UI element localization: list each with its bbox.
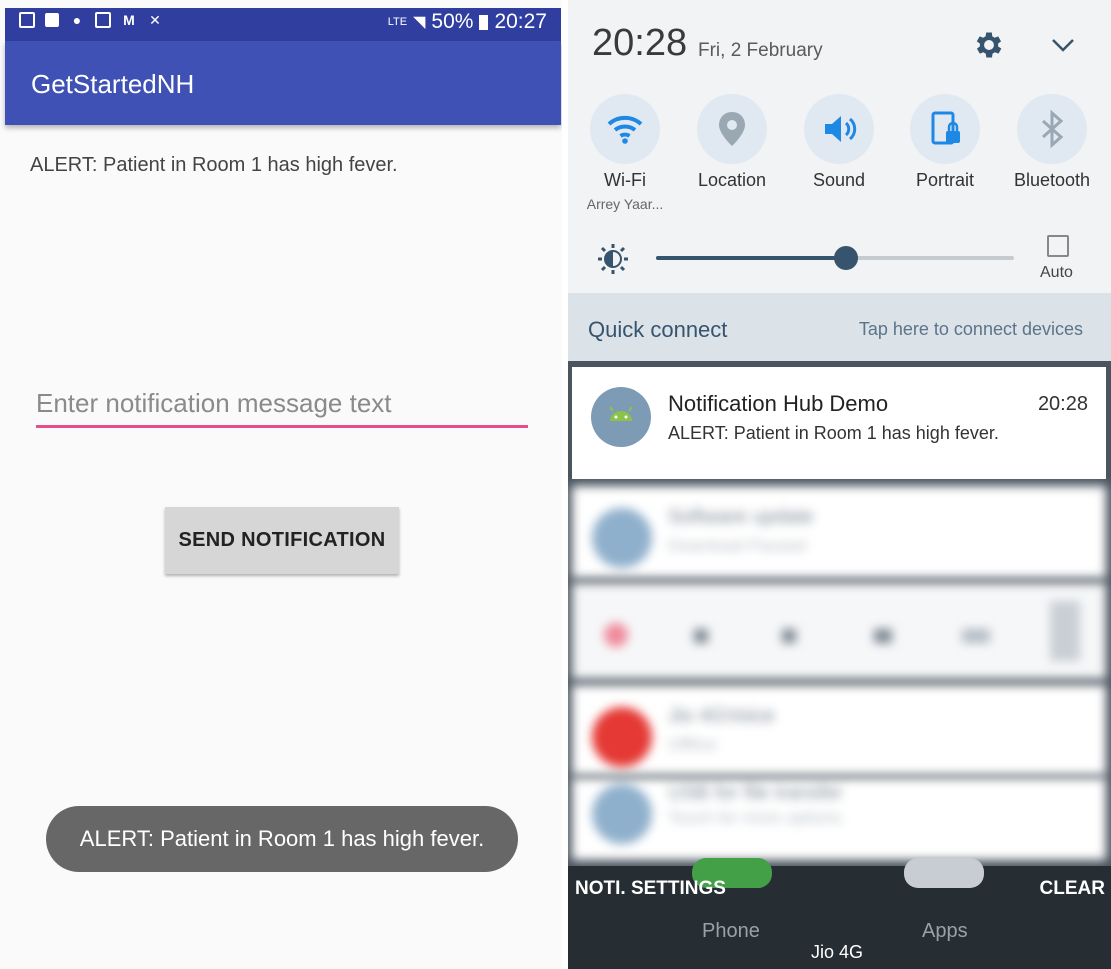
noti-settings-button[interactable]: NOTI. SETTINGS	[575, 878, 726, 900]
android-app-icon	[591, 387, 651, 447]
blurred-subtitle: Touch for more options.	[668, 808, 846, 827]
blurred-notification-software-update[interactable]: Software update Download Paused	[572, 486, 1106, 578]
send-notification-button[interactable]: SEND NOTIFICATION	[165, 507, 399, 574]
wifi-label: Wi-Fi	[604, 170, 646, 190]
wifi-tile[interactable]	[590, 94, 660, 164]
notification-card[interactable]: Notification Hub Demo 20:28 ALERT: Patie…	[572, 367, 1106, 479]
auto-brightness-label: Auto	[1040, 264, 1073, 281]
media-control-icon	[962, 629, 990, 643]
apps-label: Apps	[922, 920, 968, 942]
status-bar: ● M ✕ LTE ◥ 50% 20:27	[5, 8, 561, 41]
media-control-icon	[694, 629, 708, 643]
status-notification-icons: ● M ✕	[19, 12, 163, 28]
blurred-title: Jio 4GVoice	[668, 705, 775, 727]
sound-tile[interactable]	[804, 94, 874, 164]
carrier-label: Jio 4G	[811, 942, 864, 962]
blurred-title: Software update	[668, 506, 814, 528]
clear-button[interactable]: CLEAR	[1040, 878, 1105, 900]
toast-message: ALERT: Patient in Room 1 has high fever.	[46, 806, 518, 872]
blurred-notification-media[interactable]	[572, 583, 1106, 679]
blurred-notification-usb[interactable]: USB for file transfer Touch for more opt…	[572, 778, 1106, 860]
notification-footer: NOTI. SETTINGS CLEAR Phone Apps Jio 4G	[568, 858, 1111, 969]
quick-connect-bar[interactable]: Quick connect Tap here to connect device…	[568, 293, 1111, 361]
brightness-icon	[598, 244, 628, 274]
status-time: 20:27	[494, 10, 547, 33]
network-label: LTE	[387, 15, 408, 28]
auto-brightness-checkbox[interactable]	[1047, 235, 1069, 257]
status-right: LTE ◥ 50% 20:27	[388, 10, 547, 34]
media-control-icon	[782, 629, 796, 643]
gmail-icon: M	[123, 12, 135, 28]
quick-connect-hint: Tap here to connect devices	[858, 319, 1083, 339]
blurred-subtitle: Offline	[668, 735, 717, 754]
brightness-slider-thumb[interactable]	[833, 246, 858, 270]
wifi-icon	[607, 115, 643, 144]
brightness-slider-fill	[656, 256, 846, 260]
app-bar: GetStartedNH	[5, 41, 561, 125]
received-message: ALERT: Patient in Room 1 has high fever.	[30, 154, 398, 176]
quick-settings-panel: 20:28 Fri, 2 February Wi-Fi Arrey Yaar..…	[568, 0, 1111, 293]
sound-label: Sound	[812, 170, 866, 190]
apps-dock-icon	[904, 858, 984, 888]
location-label: Location	[697, 170, 767, 190]
portrait-label: Portrait	[915, 170, 975, 190]
blurred-notification-jio[interactable]: Jio 4GVoice Offline	[572, 685, 1106, 775]
clock: 20:28	[592, 22, 688, 64]
bluetooth-tile[interactable]	[1017, 94, 1087, 164]
notification-text: ALERT: Patient in Room 1 has high fever.	[668, 423, 999, 443]
media-control-icon	[1050, 601, 1080, 661]
media-dot-icon	[604, 623, 628, 647]
location-icon	[719, 112, 745, 146]
update-icon	[592, 508, 652, 568]
battery-label: 50%	[431, 10, 474, 33]
quick-connect-title: Quick connect	[588, 317, 728, 342]
battery-icon	[479, 14, 489, 30]
brightness-slider[interactable]	[656, 246, 1014, 270]
app-title: GetStartedNH	[31, 69, 195, 99]
message-input[interactable]: Enter notification message text	[36, 388, 528, 428]
wifi-icon: ◥	[413, 14, 426, 31]
portrait-lock-icon	[931, 111, 960, 145]
app-icon	[45, 13, 59, 27]
notification-title: Notification Hub Demo	[668, 391, 889, 416]
android-icon	[609, 406, 633, 421]
input-underline	[36, 425, 528, 428]
phone-label: Phone	[702, 920, 760, 942]
sound-icon	[825, 116, 857, 142]
bluetooth-icon	[1042, 109, 1064, 149]
wifi-network-name: Arrey Yaar...	[586, 196, 664, 212]
media-control-icon	[874, 629, 892, 643]
right-phone-screen: 20:28 Fri, 2 February Wi-Fi Arrey Yaar..…	[568, 0, 1111, 969]
usb-icon	[592, 784, 652, 844]
message-input-placeholder: Enter notification message text	[36, 388, 392, 418]
blurred-subtitle: Download Paused	[668, 536, 806, 555]
gallery-icon	[95, 12, 111, 28]
gear-icon[interactable]	[972, 28, 1006, 62]
portrait-tile[interactable]	[910, 94, 980, 164]
bluetooth-label: Bluetooth	[1013, 170, 1091, 190]
blurred-title: USB for file transfer	[668, 782, 843, 804]
notification-time: 20:28	[1037, 393, 1088, 415]
android-icon: ●	[72, 12, 82, 28]
location-tile[interactable]	[697, 94, 767, 164]
mute-icon: ✕	[149, 12, 161, 28]
download-icon	[19, 12, 35, 28]
chevron-down-icon[interactable]	[1048, 32, 1078, 58]
date: Fri, 2 February	[698, 40, 823, 61]
left-phone-screen: ● M ✕ LTE ◥ 50% 20:27 GetStartedNH ALERT…	[0, 0, 562, 969]
jio-app-icon	[592, 707, 652, 767]
